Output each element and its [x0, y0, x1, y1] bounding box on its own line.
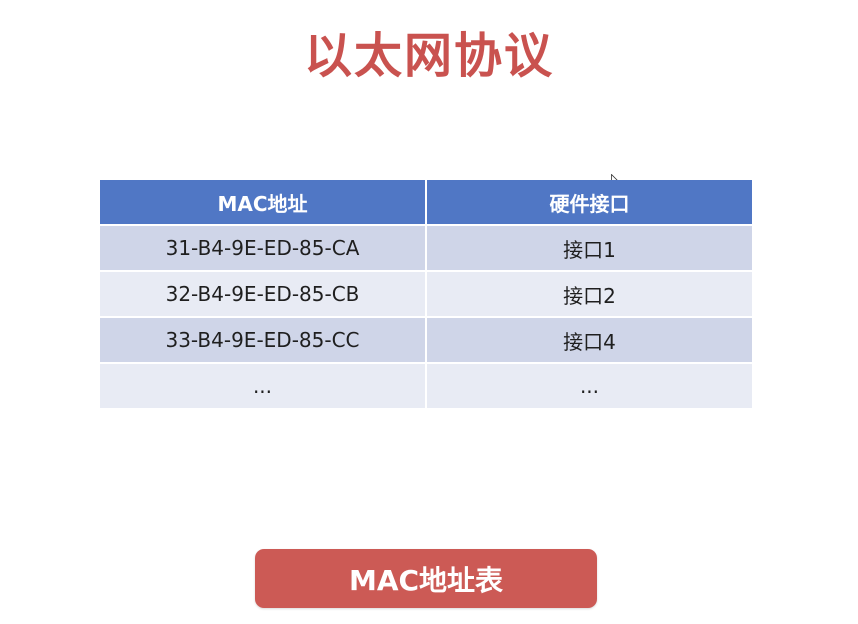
table-row: 31-B4-9E-ED-85-CA 接口1: [100, 225, 752, 272]
table-row: 32-B4-9E-ED-85-CB 接口2: [100, 271, 752, 318]
slide: 以太网协议 MAC地址 硬件接口 31-B4-9E-ED-85-CA 接口1 3…: [0, 0, 858, 624]
mac-address-table: MAC地址 硬件接口 31-B4-9E-ED-85-CA 接口1 32-B4-9…: [100, 180, 752, 410]
table-row: ... ...: [100, 363, 752, 410]
table-cell-mac: 33-B4-9E-ED-85-CC: [100, 317, 427, 364]
column-header-mac-address: MAC地址: [100, 180, 427, 226]
page-title: 以太网协议: [303, 28, 554, 84]
table-cell-mac: 32-B4-9E-ED-85-CB: [100, 271, 427, 318]
table-cell-interface: ...: [426, 363, 752, 410]
table-header-row: MAC地址 硬件接口: [100, 180, 752, 226]
table-cell-interface: 接口2: [426, 271, 752, 318]
table-cell-interface: 接口4: [426, 317, 752, 364]
mac-address-table-button[interactable]: MAC地址表: [255, 549, 597, 608]
column-header-hardware-interface: 硬件接口: [426, 180, 752, 226]
table-row: 33-B4-9E-ED-85-CC 接口4: [100, 317, 752, 364]
table-cell-mac: 31-B4-9E-ED-85-CA: [100, 225, 427, 272]
table-cell-mac: ...: [100, 363, 427, 410]
table-cell-interface: 接口1: [426, 225, 752, 272]
